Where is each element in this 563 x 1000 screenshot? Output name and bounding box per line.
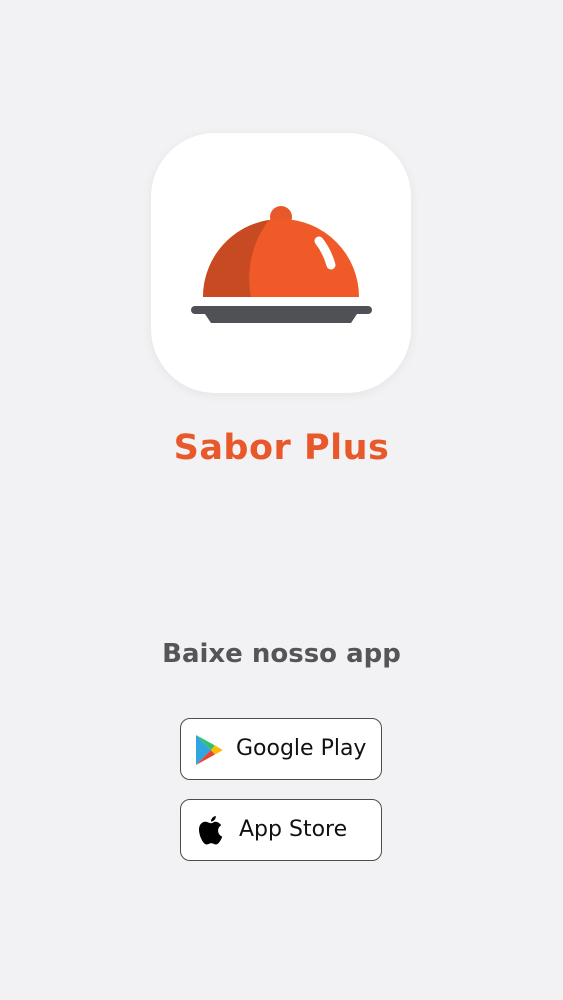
app-name: Sabor Plus: [173, 428, 390, 468]
google-play-button[interactable]: Google Play: [180, 718, 382, 780]
google-play-label: Google Play: [236, 736, 367, 761]
app-store-label: App Store: [239, 817, 348, 842]
app-store-button[interactable]: App Store: [180, 799, 382, 861]
cloche-icon: [191, 206, 372, 323]
download-heading: Baixe nosso app: [162, 639, 401, 669]
google-play-icon: [196, 735, 223, 765]
apple-icon: [199, 816, 223, 845]
app-icon: [151, 133, 411, 393]
